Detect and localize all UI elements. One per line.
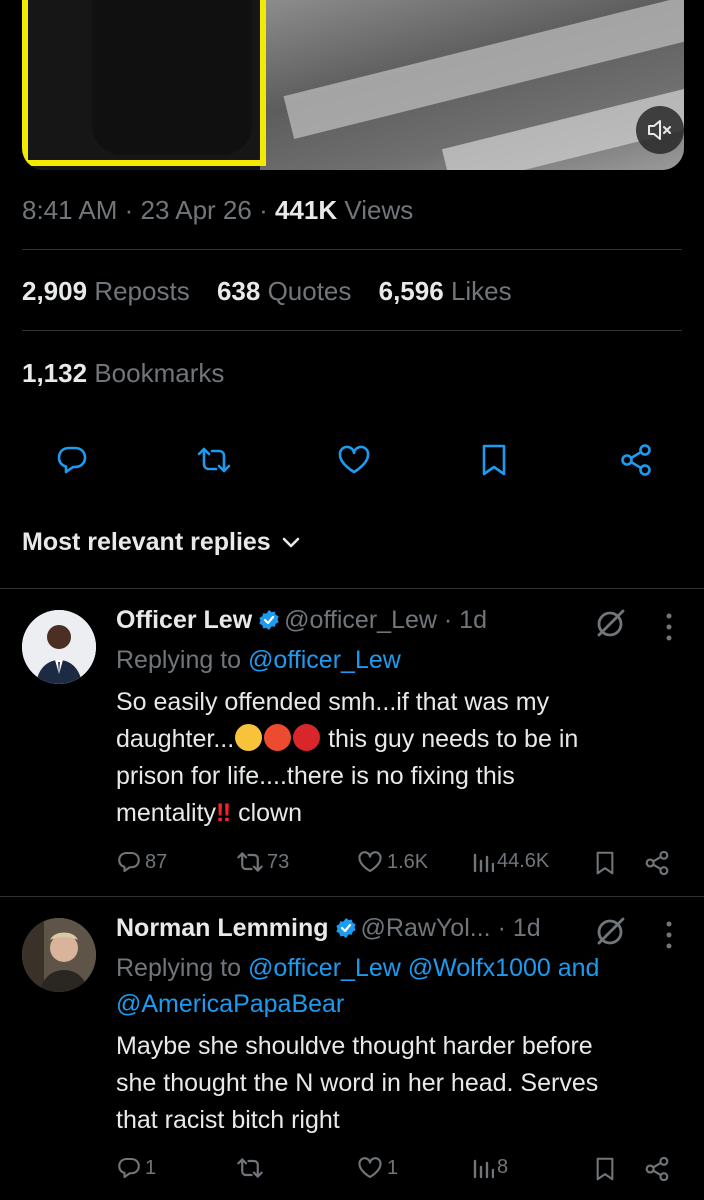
reply-item[interactable]: Officer Lew @officer_Lew · 1d Replying to… [0,600,704,895]
mute-toggle-button[interactable] [636,106,684,154]
video-highlight-frame [22,0,266,166]
verified-badge-icon [335,918,356,938]
mention-link[interactable]: @AmericaPapaBear [116,986,599,1022]
video-media[interactable] [22,0,684,170]
like-button[interactable] [332,438,376,482]
reply-repost-button[interactable]: 73 [236,850,289,874]
reply-share-button[interactable] [644,850,670,876]
post-meta: 8:41 AM · 23 Apr 26 · 441K Views [22,195,414,225]
share-icon [645,1156,669,1182]
avatar[interactable] [22,610,96,684]
repost-icon [197,447,231,473]
divider [0,588,704,589]
author-name[interactable]: Norman Lemming [116,914,329,942]
cursing-face-emoji-icon [293,724,321,751]
author-handle[interactable]: @officer_Lew [284,606,437,634]
comment-icon [57,446,87,474]
views-label: Views [344,195,414,225]
reposts-stat[interactable]: 2,909 Reposts [22,276,190,306]
heart-icon [358,851,382,873]
triumph-face-emoji-icon [235,724,263,751]
more-options-icon[interactable] [664,612,674,642]
reply-like-button[interactable]: 1 [356,1156,398,1180]
bookmark-icon [596,851,614,875]
reply-text: Maybe she shouldve thought harder before… [116,1032,599,1134]
avatar[interactable] [22,918,96,992]
reply-share-button[interactable] [644,1156,670,1182]
reply-like-button[interactable]: 1.6K [356,850,428,874]
grok-icon[interactable] [594,606,628,640]
reply-bookmark-button[interactable] [594,850,616,876]
repost-icon [237,852,263,872]
grok-icon[interactable] [594,914,628,948]
reply-author[interactable]: Norman Lemming @RawYol... · 1d [116,914,541,943]
more-options-icon[interactable] [664,920,674,950]
share-button[interactable] [614,438,658,482]
comment-icon [118,851,140,873]
likes-stat[interactable]: 6,596 Likes [379,276,512,306]
chevron-down-icon [282,537,300,547]
mention-link[interactable]: @officer_Lew @Wolfx1000 and [248,954,599,982]
heart-icon [358,1157,382,1179]
divider [22,249,682,250]
views-chart-icon [473,853,494,872]
post-action-bar [0,438,704,482]
verified-badge-icon [259,610,279,630]
reply-age: · 1d [497,914,541,942]
mention-link[interactable]: @officer_Lew [248,646,401,674]
divider [0,896,704,897]
heart-icon [338,445,370,474]
share-icon [621,444,651,476]
replies-sort-label: Most relevant replies [22,528,271,556]
reply-age: · 1d [443,606,487,634]
replying-to: Replying to @officer_Lew @Wolfx1000 and … [116,950,599,1022]
bookmarks-stat[interactable]: 1,132 Bookmarks [22,358,224,389]
repost-button[interactable] [192,438,236,482]
share-icon [645,850,669,876]
quotes-stat[interactable]: 638 Quotes [217,276,351,306]
bookmark-icon [596,1157,614,1181]
reply-comment-button[interactable]: 1 [116,1156,156,1180]
reply-text: So easily offended smh...if that was my … [116,688,579,827]
reply-repost-button[interactable] [236,1156,267,1180]
engagement-stats: 2,909 Reposts 638 Quotes 6,596 Likes [22,276,532,307]
speaker-muted-icon [648,120,671,140]
reply-author[interactable]: Officer Lew @officer_Lew · 1d [116,606,487,635]
avatar-photo [22,918,96,992]
reply-views-button[interactable]: 44.6K [472,850,549,873]
views-count: 441K [274,195,338,225]
repost-icon [237,1158,263,1178]
divider [22,330,682,331]
avatar-photo [22,610,96,684]
angry-face-emoji-icon [264,724,292,751]
post-time: 8:41 AM [22,195,118,225]
reply-comment-button[interactable]: 87 [116,850,167,874]
reply-bookmark-button[interactable] [594,1156,616,1182]
reply-item[interactable]: Norman Lemming @RawYol... · 1d Replying t… [0,908,704,1200]
bookmark-icon [482,444,506,476]
reply-button[interactable] [50,438,94,482]
bookmark-button[interactable] [472,438,516,482]
reply-views-button[interactable]: 8 [472,1156,508,1179]
comment-icon [118,1157,140,1179]
views-chart-icon [473,1159,494,1178]
post-date: 23 Apr 26 [140,195,252,225]
replies-sort-dropdown[interactable]: Most relevant replies [22,528,301,557]
replying-to: Replying to @officer_Lew [116,646,401,674]
author-name[interactable]: Officer Lew [116,606,252,634]
double-exclamation-emoji-icon: ‼ [216,799,232,827]
author-handle[interactable]: @RawYol... [361,914,491,942]
